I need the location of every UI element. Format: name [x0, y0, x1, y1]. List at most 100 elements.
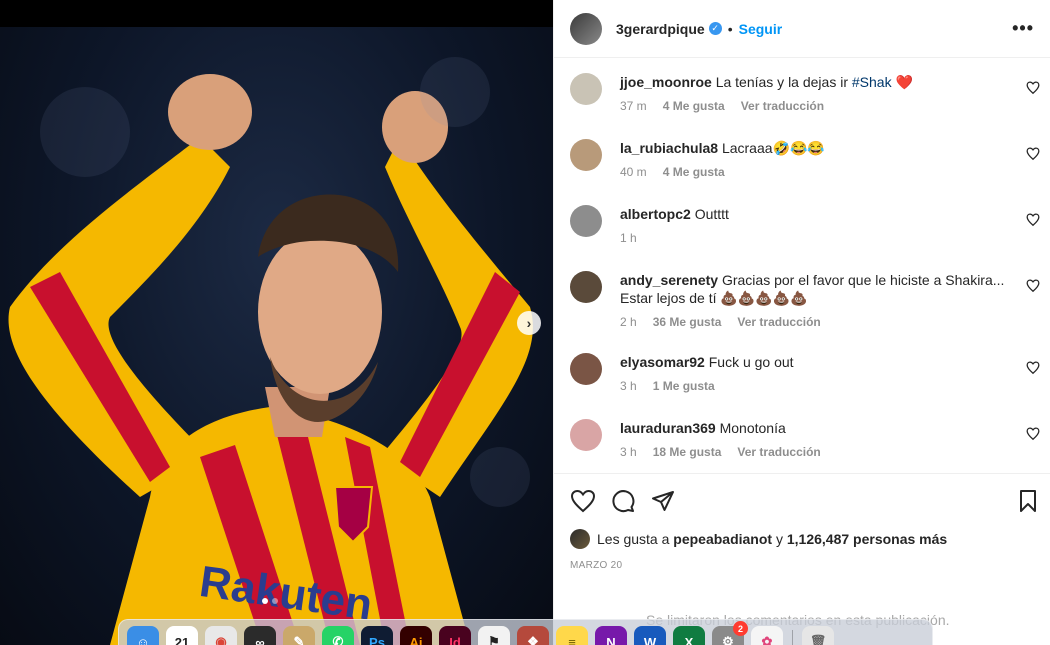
dock-runner-app-icon[interactable]: ⚑: [478, 626, 510, 645]
dock-excel-icon[interactable]: X: [673, 626, 705, 645]
comment-text: jjoe_moonroe La tenías y la dejas ir #Sh…: [620, 73, 1015, 91]
share-paper-plane-icon[interactable]: [651, 489, 675, 513]
more-options-icon[interactable]: •••: [1012, 18, 1034, 39]
dock-trash-icon[interactable]: 🗑: [802, 626, 834, 645]
likes-summary: Les gusta a pepeabadianot y 1,126,487 pe…: [570, 529, 947, 549]
commenter-avatar[interactable]: [570, 353, 602, 385]
dock-chrome-glyph: ◉: [215, 634, 227, 645]
comment-likes[interactable]: 36 Me gusta: [653, 315, 722, 329]
carousel-dot-active: [262, 598, 268, 604]
dock-onenote-glyph: N: [606, 634, 616, 645]
comment-time[interactable]: 3 h: [620, 379, 637, 393]
dock-onenote-icon[interactable]: N: [595, 626, 627, 645]
comment-text: lauraduran369 Monotonía: [620, 419, 1015, 437]
comment-meta: 3 h 18 Me gusta Ver traducción: [620, 445, 1015, 459]
comment-item: andy_serenety Gracias por el favor que l…: [570, 271, 1040, 329]
dock-word-icon[interactable]: W: [634, 626, 666, 645]
commenter-avatar[interactable]: [570, 419, 602, 451]
comment-item: jjoe_moonroe La tenías y la dejas ir #Sh…: [570, 73, 1040, 113]
commenter-username[interactable]: lauraduran369: [620, 420, 716, 436]
see-translation-link[interactable]: Ver traducción: [737, 445, 820, 459]
comment-like-heart-icon[interactable]: [1026, 427, 1040, 441]
background-bokeh: [470, 447, 530, 507]
post-date[interactable]: MARZO 20: [570, 560, 622, 571]
comment-like-heart-icon[interactable]: [1026, 361, 1040, 375]
comment-likes[interactable]: 4 Me gusta: [663, 99, 725, 113]
dock-pencil-icon[interactable]: ✎: [283, 626, 315, 645]
dock-book-app-icon[interactable]: ❖: [517, 626, 549, 645]
notification-badge: 2: [733, 621, 748, 636]
commenter-avatar[interactable]: [570, 73, 602, 105]
post-header: 3gerardpique ✓ • Seguir •••: [554, 0, 1050, 58]
dock-illustrator-glyph: Ai: [409, 634, 423, 645]
like-heart-icon[interactable]: [570, 489, 596, 513]
comments-list[interactable]: jjoe_moonroe La tenías y la dejas ir #Sh…: [554, 59, 1050, 473]
dock-excel-glyph: X: [684, 634, 694, 645]
follow-button[interactable]: Seguir: [739, 21, 783, 37]
dock-notes-icon[interactable]: ≡: [556, 626, 588, 645]
dock-illustrator-icon[interactable]: Ai: [400, 626, 432, 645]
dock-whatsapp-glyph: ✆: [332, 634, 344, 645]
comment-time[interactable]: 37 m: [620, 99, 647, 113]
commenter-username[interactable]: la_rubiachula8: [620, 140, 718, 156]
commenter-username[interactable]: elyasomar92: [620, 354, 705, 370]
dock-photoshop-glyph: Ps: [369, 634, 385, 645]
dock-indesign-icon[interactable]: Id: [439, 626, 471, 645]
comment-like-heart-icon[interactable]: [1026, 213, 1040, 227]
background-bokeh: [40, 87, 130, 177]
author-avatar[interactable]: [570, 12, 602, 45]
comment-likes[interactable]: 1 Me gusta: [653, 379, 715, 393]
comment-item: albertopc2 Outttt 1 h: [570, 205, 1040, 245]
header-separator: •: [727, 20, 733, 37]
commenter-username[interactable]: albertopc2: [620, 206, 691, 222]
comment-meta: 3 h 1 Me gusta: [620, 379, 1015, 393]
comment-like-heart-icon[interactable]: [1026, 147, 1040, 161]
dock-creative-cloud-icon[interactable]: ∞: [244, 626, 276, 645]
carousel-next-button[interactable]: ›: [517, 311, 541, 335]
comment-like-heart-icon[interactable]: [1026, 279, 1040, 293]
comment-bubble-icon[interactable]: [611, 489, 635, 513]
dock-notes-glyph: ≡: [568, 634, 576, 645]
dock-runner-app-glyph: ⚑: [488, 634, 500, 645]
comment-time[interactable]: 1 h: [620, 231, 637, 245]
dock-photos-icon[interactable]: ✿: [751, 626, 783, 645]
see-translation-link[interactable]: Ver traducción: [741, 99, 824, 113]
see-translation-link[interactable]: Ver traducción: [737, 315, 820, 329]
dock-whatsapp-icon[interactable]: ✆: [322, 626, 354, 645]
comment-time[interactable]: 3 h: [620, 445, 637, 459]
dock-book-app-glyph: ❖: [527, 634, 539, 645]
carousel-dot: [272, 598, 278, 604]
likes-count[interactable]: 1,126,487 personas más: [787, 531, 947, 547]
commenter-avatar[interactable]: [570, 205, 602, 237]
dock-finder-icon[interactable]: ☺: [127, 626, 159, 645]
comment-likes[interactable]: 18 Me gusta: [653, 445, 722, 459]
post-photo[interactable]: Rakuten: [0, 27, 553, 645]
commenter-avatar[interactable]: [570, 271, 602, 303]
liker-username[interactable]: pepeabadianot: [673, 531, 772, 547]
likes-connector: y: [775, 531, 783, 547]
dock-finder-glyph: ☺: [136, 634, 150, 645]
comment-likes[interactable]: 4 Me gusta: [663, 165, 725, 179]
author-username[interactable]: 3gerardpique: [616, 21, 705, 37]
dock-photoshop-icon[interactable]: Ps: [361, 626, 393, 645]
comment-time[interactable]: 2 h: [620, 315, 637, 329]
comment-hashtag[interactable]: #Shak: [852, 74, 892, 90]
commenter-username[interactable]: jjoe_moonroe: [620, 74, 712, 90]
comment-like-heart-icon[interactable]: [1026, 81, 1040, 95]
comment-body: andy_serenety Gracias por el favor que l…: [620, 271, 1015, 329]
dock-system-preferences-icon[interactable]: ⚙ 2: [712, 621, 748, 645]
save-bookmark-icon[interactable]: [1018, 489, 1038, 513]
dock-calendar-icon[interactable]: 21: [166, 626, 198, 645]
likes-prefix: Les gusta a: [597, 531, 670, 547]
comment-item: lauraduran369 Monotonía 3 h 18 Me gusta Ver…: [570, 419, 1040, 459]
dock-chrome-icon[interactable]: ◉: [205, 626, 237, 645]
dock-system-preferences-glyph: ⚙: [722, 634, 734, 645]
commenter-username[interactable]: andy_serenety: [620, 272, 718, 288]
liker-avatar[interactable]: [570, 529, 590, 549]
comment-time[interactable]: 40 m: [620, 165, 647, 179]
comment-message: Fuck u go out: [708, 354, 794, 370]
comment-text: albertopc2 Outttt: [620, 205, 1015, 223]
comment-meta: 1 h: [620, 231, 1015, 245]
commenter-avatar[interactable]: [570, 139, 602, 171]
post-actions-bar: [554, 473, 1050, 525]
